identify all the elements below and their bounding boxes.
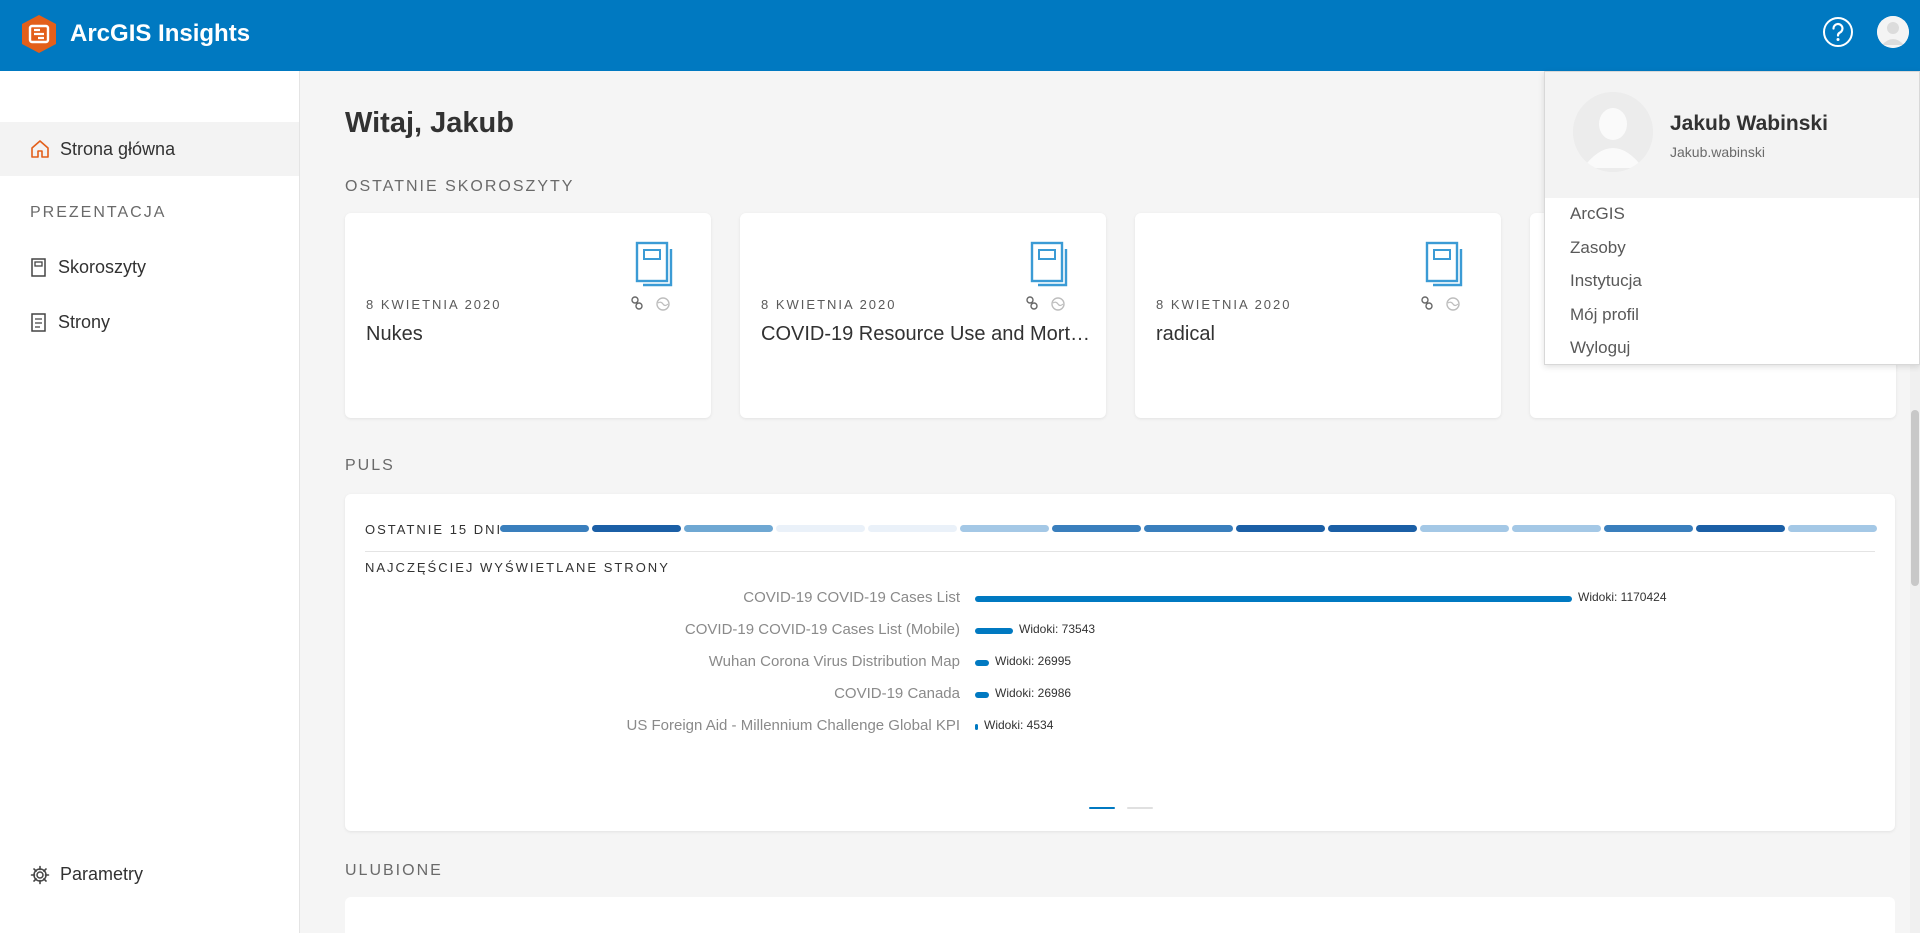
workbook-card[interactable]: 8 KWIETNIA 2020 COVID-19 Resource Use an… <box>740 213 1106 418</box>
views-count: Widoki: 1170424 <box>1578 590 1667 604</box>
user-avatar-icon <box>1573 92 1653 172</box>
day-bar-12[interactable] <box>1512 525 1601 532</box>
day-bar-10[interactable] <box>1328 525 1417 532</box>
help-circle-icon[interactable] <box>1822 16 1854 48</box>
day-bar-14[interactable] <box>1696 525 1785 532</box>
top-bar: ArcGIS Insights <box>0 0 1920 71</box>
workbook-icon <box>31 257 46 277</box>
user-avatar-icon <box>1877 16 1909 48</box>
brand[interactable]: ArcGIS Insights <box>20 14 250 54</box>
menu-item-organization[interactable]: Instytucja <box>1570 271 1642 291</box>
card-date: 8 KWIETNIA 2020 <box>366 297 502 312</box>
shared-icon <box>1026 296 1038 310</box>
globe-icon <box>1051 297 1065 311</box>
workbook-icon <box>1425 241 1463 287</box>
shared-icon <box>1421 296 1433 310</box>
pager-dot-1[interactable] <box>1089 807 1115 809</box>
workbook-icon <box>635 241 673 287</box>
sidebar-item-label: Parametry <box>60 864 144 884</box>
pulse-label: PULS <box>345 457 395 474</box>
day-bar-3[interactable] <box>684 525 773 532</box>
page-name: COVID-19 Canada <box>834 685 960 702</box>
day-bar-7[interactable] <box>1052 525 1141 532</box>
day-bar-8[interactable] <box>1144 525 1233 532</box>
avatar <box>1573 92 1653 172</box>
day-bar-2[interactable] <box>592 525 681 532</box>
sidebar-item-home[interactable]: Strona główna <box>0 122 299 176</box>
pulse-panel: OSTATNIE 15 DNI NAJCZĘŚCIEJ WYŚWIETLANE … <box>345 494 1895 831</box>
views-count: Widoki: 73543 <box>1019 622 1096 636</box>
menu-item-my-profile[interactable]: Mój profil <box>1570 305 1639 325</box>
menu-item-sign-out[interactable]: Wyloguj <box>1570 338 1630 358</box>
workbook-icon <box>1030 241 1068 287</box>
globe-icon <box>656 297 670 311</box>
sidebar: Strona główna PREZENTACJA Skoroszyty Str… <box>0 71 300 933</box>
menu-item-arcgis[interactable]: ArcGIS <box>1570 204 1625 224</box>
last-15-days-label: OSTATNIE 15 DNI <box>365 522 503 537</box>
workbook-card[interactable]: 8 KWIETNIA 2020 Nukes <box>345 213 711 418</box>
sidebar-item-label: Strona główna <box>60 138 176 159</box>
sidebar-item-label: Skoroszyty <box>58 257 147 277</box>
day-bar-6[interactable] <box>960 525 1049 532</box>
card-date: 8 KWIETNIA 2020 <box>1156 297 1292 312</box>
day-bar-13[interactable] <box>1604 525 1693 532</box>
home-icon <box>31 140 49 158</box>
day-bar-5[interactable] <box>868 525 957 532</box>
page-name: US Foreign Aid - Millennium Challenge Gl… <box>626 717 961 734</box>
app-name: ArcGIS Insights <box>70 20 251 47</box>
gear-icon <box>30 865 50 884</box>
day-bar-9[interactable] <box>1236 525 1325 532</box>
sidebar-item-settings[interactable]: Parametry <box>30 864 143 885</box>
user-username: Jakub.wabinski <box>1670 144 1765 160</box>
user-menu: Jakub Wabinski Jakub.wabinski ArcGIS Zas… <box>1544 71 1920 365</box>
views-bar <box>975 660 989 666</box>
divider <box>365 551 1875 552</box>
page-row[interactable]: COVID-19 COVID-19 Cases List (Mobile) Wi… <box>345 621 1895 641</box>
favorites-label: ULUBIONE <box>345 862 443 879</box>
views-count: Widoki: 4534 <box>984 718 1054 732</box>
card-date: 8 KWIETNIA 2020 <box>761 297 897 312</box>
most-viewed-label: NAJCZĘŚCIEJ WYŚWIETLANE STRONY <box>365 560 670 575</box>
activity-timeline <box>500 525 1877 532</box>
page-row[interactable]: COVID-19 COVID-19 Cases List Widoki: 117… <box>345 589 1895 609</box>
page-row[interactable]: Wuhan Corona Virus Distribution Map Wido… <box>345 653 1895 673</box>
sidebar-item-workbooks[interactable]: Skoroszyty <box>30 257 146 278</box>
day-bar-11[interactable] <box>1420 525 1509 532</box>
sidebar-item-label: Strony <box>58 312 111 332</box>
sidebar-item-pages[interactable]: Strony <box>30 312 110 333</box>
pager-dot-2[interactable] <box>1127 807 1153 809</box>
user-avatar-button[interactable] <box>1877 16 1909 48</box>
workbook-card[interactable]: 8 KWIETNIA 2020 radical <box>1135 213 1501 418</box>
page-name: COVID-19 COVID-19 Cases List <box>743 589 960 606</box>
day-bar-4[interactable] <box>776 525 865 532</box>
card-title: Nukes <box>366 323 423 345</box>
day-bar-15[interactable] <box>1788 525 1877 532</box>
card-title: radical <box>1156 323 1215 345</box>
views-bar <box>975 628 1013 634</box>
menu-item-resources[interactable]: Zasoby <box>1570 238 1626 258</box>
favorites-panel <box>345 897 1895 933</box>
recent-workbooks-label: OSTATNIE SKOROSZYTY <box>345 178 575 195</box>
views-bar <box>975 692 989 698</box>
user-menu-header: Jakub Wabinski Jakub.wabinski <box>1545 72 1919 198</box>
views-count: Widoki: 26995 <box>995 654 1072 668</box>
page-row[interactable]: COVID-19 Canada Widoki: 26986 <box>345 685 1895 705</box>
page-name: Wuhan Corona Virus Distribution Map <box>708 653 960 670</box>
scrollbar-thumb[interactable] <box>1911 410 1919 586</box>
page-name: COVID-19 COVID-19 Cases List (Mobile) <box>684 621 960 638</box>
card-title: COVID-19 Resource Use and Mortality <box>761 323 1091 345</box>
views-count: Widoki: 26986 <box>995 686 1072 700</box>
views-bar <box>975 724 978 730</box>
sidebar-section-label: PREZENTACJA <box>30 204 167 221</box>
arcgis-insights-logo-icon <box>22 15 56 53</box>
globe-icon <box>1446 297 1460 311</box>
page-icon <box>31 312 46 332</box>
page-row[interactable]: US Foreign Aid - Millennium Challenge Gl… <box>345 717 1895 737</box>
day-bar-1[interactable] <box>500 525 589 532</box>
shared-icon <box>631 296 643 310</box>
views-bar <box>975 596 1572 602</box>
user-full-name: Jakub Wabinski <box>1670 112 1828 135</box>
page-title: Witaj, Jakub <box>345 107 514 139</box>
